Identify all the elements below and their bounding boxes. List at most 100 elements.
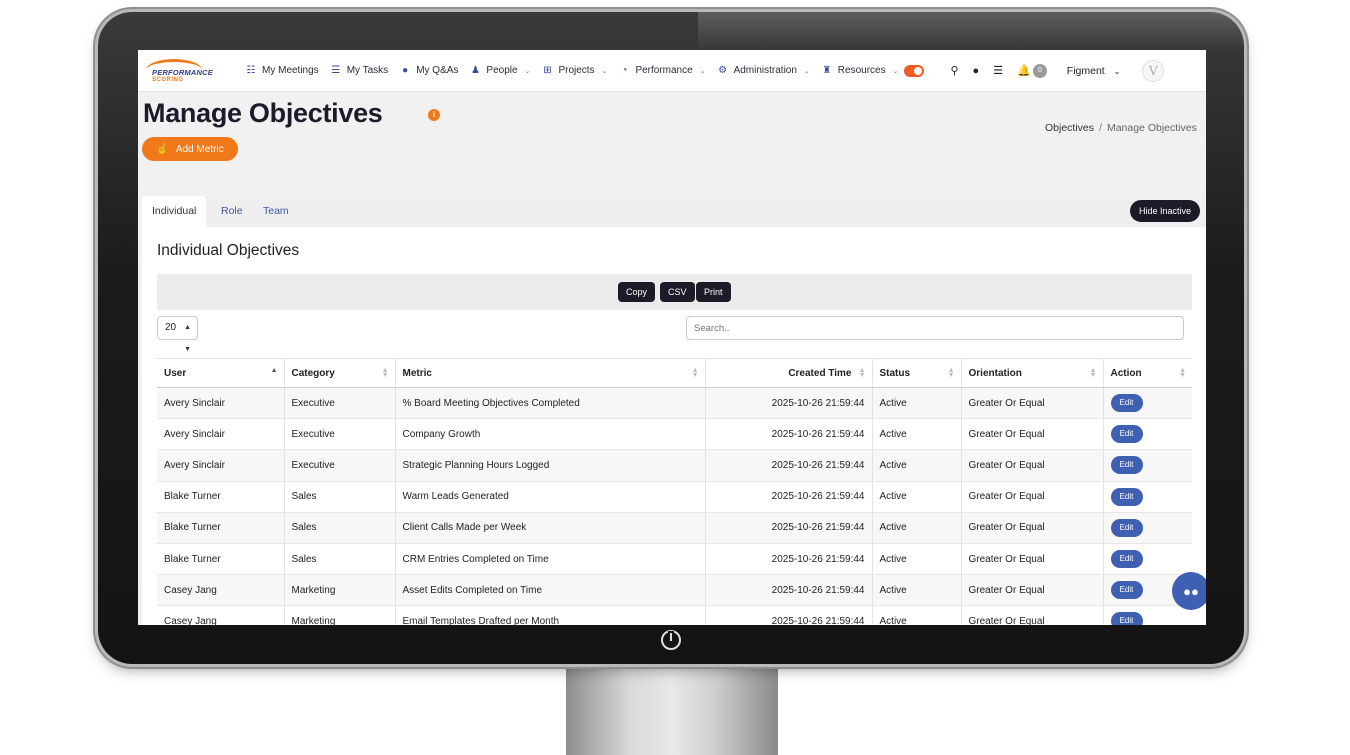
table-row: Avery Sinclair Executive Strategic Plannin… — [157, 449, 1192, 482]
nav-item-my-q-as[interactable]: ● My Q&As — [399, 65, 458, 76]
edit-button[interactable]: Edit — [1110, 581, 1143, 600]
cell-category: Executive — [284, 387, 396, 420]
column-header-category[interactable]: Category ▲ ▼ — [284, 358, 396, 388]
cell-created-time: 2025-10-26 21:59:44 — [705, 605, 873, 625]
cell-action: Edit — [1103, 543, 1192, 576]
people-icon: ☷ — [246, 65, 256, 76]
cell-category: Marketing — [284, 605, 396, 625]
table-row: Casey Jang Marketing Email Templates Draft… — [157, 605, 1192, 625]
notifications-button[interactable]: 🔔 0 — [1017, 63, 1047, 78]
cell-orientation: Greater Or Equal — [961, 543, 1104, 576]
nav-item-my-tasks[interactable]: ☰ My Tasks — [330, 65, 388, 76]
cell-metric: % Board Meeting Objectives Completed — [395, 387, 706, 420]
breadcrumb-separator: / — [1099, 122, 1102, 134]
section-title: Individual Objectives — [157, 242, 300, 259]
app-screen: PERFORMANCE SCORING ☷ My Meetings ☰ My Task… — [138, 50, 1206, 625]
cell-action: Edit — [1103, 449, 1192, 482]
chatbot-button[interactable]: ●● — [1172, 572, 1206, 610]
table-row: Casey Jang Marketing Asset Edits Completed… — [157, 574, 1192, 607]
table-row: Blake Turner Sales Warm Leads Generated 202… — [157, 481, 1192, 513]
tab-team[interactable]: Team — [253, 196, 299, 227]
page-length-select[interactable]: 20 ▲ ▼ — [157, 316, 198, 353]
theme-toggle[interactable] — [904, 64, 925, 77]
table-row: Avery Sinclair Executive Company Growth 202… — [157, 418, 1192, 451]
table-row: Blake Turner Sales Client Calls Made per W… — [157, 512, 1192, 544]
gauge-icon: ◔ — [621, 65, 628, 76]
edit-button[interactable]: Edit — [1110, 487, 1143, 506]
nav-item-performance[interactable]: ◔ Performance ⌄ — [618, 65, 705, 76]
sort-asc-icon: ▲ — [270, 367, 278, 374]
page-length-value: 20 — [165, 322, 177, 333]
lightbulb-icon[interactable]: ● — [973, 65, 980, 77]
edit-button[interactable]: Edit — [1110, 518, 1143, 537]
logo-line1: PERFORMANCE — [152, 67, 213, 77]
cell-action: Edit — [1103, 481, 1192, 513]
chevron-down-icon: ⌄ — [892, 67, 899, 75]
sort-icon: ▲ ▼ — [691, 367, 699, 379]
info-icon[interactable]: i — [428, 109, 440, 121]
cell-action: Edit — [1103, 605, 1192, 625]
table-body: Avery Sinclair Executive% Board Meeting O… — [157, 387, 1192, 625]
column-header-orientation[interactable]: Orientation ▲ ▼ — [961, 358, 1104, 388]
brand-logo[interactable]: PERFORMANCE SCORING — [144, 56, 234, 86]
company-switcher[interactable]: Figment ⌄ — [1067, 65, 1121, 77]
search-icon[interactable]: ⚲ — [950, 64, 958, 77]
sort-icon: ▲ ▼ — [1089, 367, 1097, 379]
cell-status: Active — [872, 449, 962, 482]
monitor-gloss — [698, 12, 1244, 52]
cell-created-time: 2025-10-26 21:59:44 — [705, 387, 873, 420]
cell-category: Executive — [284, 418, 396, 451]
edit-button[interactable]: Edit — [1110, 612, 1143, 625]
tab-individual[interactable]: Individual — [142, 196, 207, 227]
cell-user: Avery Sinclair — [157, 418, 285, 451]
column-header-user[interactable]: User ▲ — [157, 358, 285, 388]
cell-metric: Company Growth — [395, 418, 706, 451]
cell-status: Active — [872, 387, 962, 420]
cell-metric: Strategic Planning Hours Logged — [395, 449, 706, 482]
print-button[interactable]: Print — [696, 282, 731, 302]
avatar[interactable]: V — [1142, 59, 1165, 82]
column-header-action[interactable]: Action ▲ ▼ — [1103, 358, 1192, 388]
export-toolbar: Copy CSV Print — [157, 274, 1192, 310]
add-metric-button[interactable]: ☝ Add Metric — [142, 137, 238, 161]
breadcrumb-parent[interactable]: Objectives — [1045, 122, 1094, 134]
nav-item-projects[interactable]: ⊞ Projects ⌄ — [541, 65, 607, 76]
column-header-created-time[interactable]: Created Time ▲ ▼ — [705, 358, 873, 388]
column-header-metric[interactable]: Metric ▲ ▼ — [395, 358, 706, 388]
nav-item-label: Performance — [635, 65, 693, 76]
cell-orientation: Greater Or Equal — [961, 387, 1104, 420]
cell-created-time: 2025-10-26 21:59:44 — [705, 574, 873, 607]
table-header-row: User ▲ Category ▲ ▼ Metric ▲ ▼ Created Time ▲ ▼… — [157, 358, 1192, 388]
cell-orientation: Greater Or Equal — [961, 449, 1104, 482]
power-icon — [661, 630, 681, 650]
cell-created-time: 2025-10-26 21:59:44 — [705, 543, 873, 576]
copy-button[interactable]: Copy — [618, 282, 656, 302]
cell-status: Active — [872, 512, 962, 544]
column-header-status[interactable]: Status ▲ ▼ — [872, 358, 962, 388]
nav-item-people[interactable]: ♟ People ⌄ — [469, 65, 531, 76]
cell-user: Casey Jang — [157, 574, 285, 607]
edit-button[interactable]: Edit — [1110, 456, 1143, 475]
add-metric-label: Add Metric — [175, 143, 224, 155]
cell-orientation: Greater Or Equal — [961, 574, 1104, 607]
csv-button[interactable]: CSV — [660, 282, 695, 302]
cell-orientation: Greater Or Equal — [961, 481, 1104, 513]
cell-status: Active — [872, 418, 962, 451]
search-input[interactable] — [686, 316, 1184, 340]
hide-inactive-button[interactable]: Hide Inactive — [1130, 200, 1201, 222]
nav-item-resources[interactable]: ♜ Resources ⌄ — [821, 65, 899, 76]
cell-action: Edit — [1103, 387, 1192, 420]
checklist-icon[interactable]: ☰ — [993, 64, 1003, 77]
nav-item-administration[interactable]: ⚙ Administration ⌄ — [717, 65, 810, 76]
cell-created-time: 2025-10-26 21:59:44 — [705, 449, 873, 482]
cell-metric: Client Calls Made per Week — [395, 512, 706, 544]
edit-button[interactable]: Edit — [1110, 394, 1143, 413]
tab-role[interactable]: Role — [211, 196, 253, 227]
sitemap-icon: ⊞ — [543, 65, 552, 76]
edit-button[interactable]: Edit — [1110, 550, 1143, 569]
nav-menu: ☷ My Meetings ☰ My Tasks ● My Q&As ♟ People ⌄ ⊞ Pr… — [234, 65, 899, 76]
edit-button[interactable]: Edit — [1110, 425, 1143, 444]
nav-item-label: Administration — [733, 65, 797, 76]
cell-status: Active — [872, 543, 962, 576]
nav-item-my-meetings[interactable]: ☷ My Meetings — [245, 65, 319, 76]
